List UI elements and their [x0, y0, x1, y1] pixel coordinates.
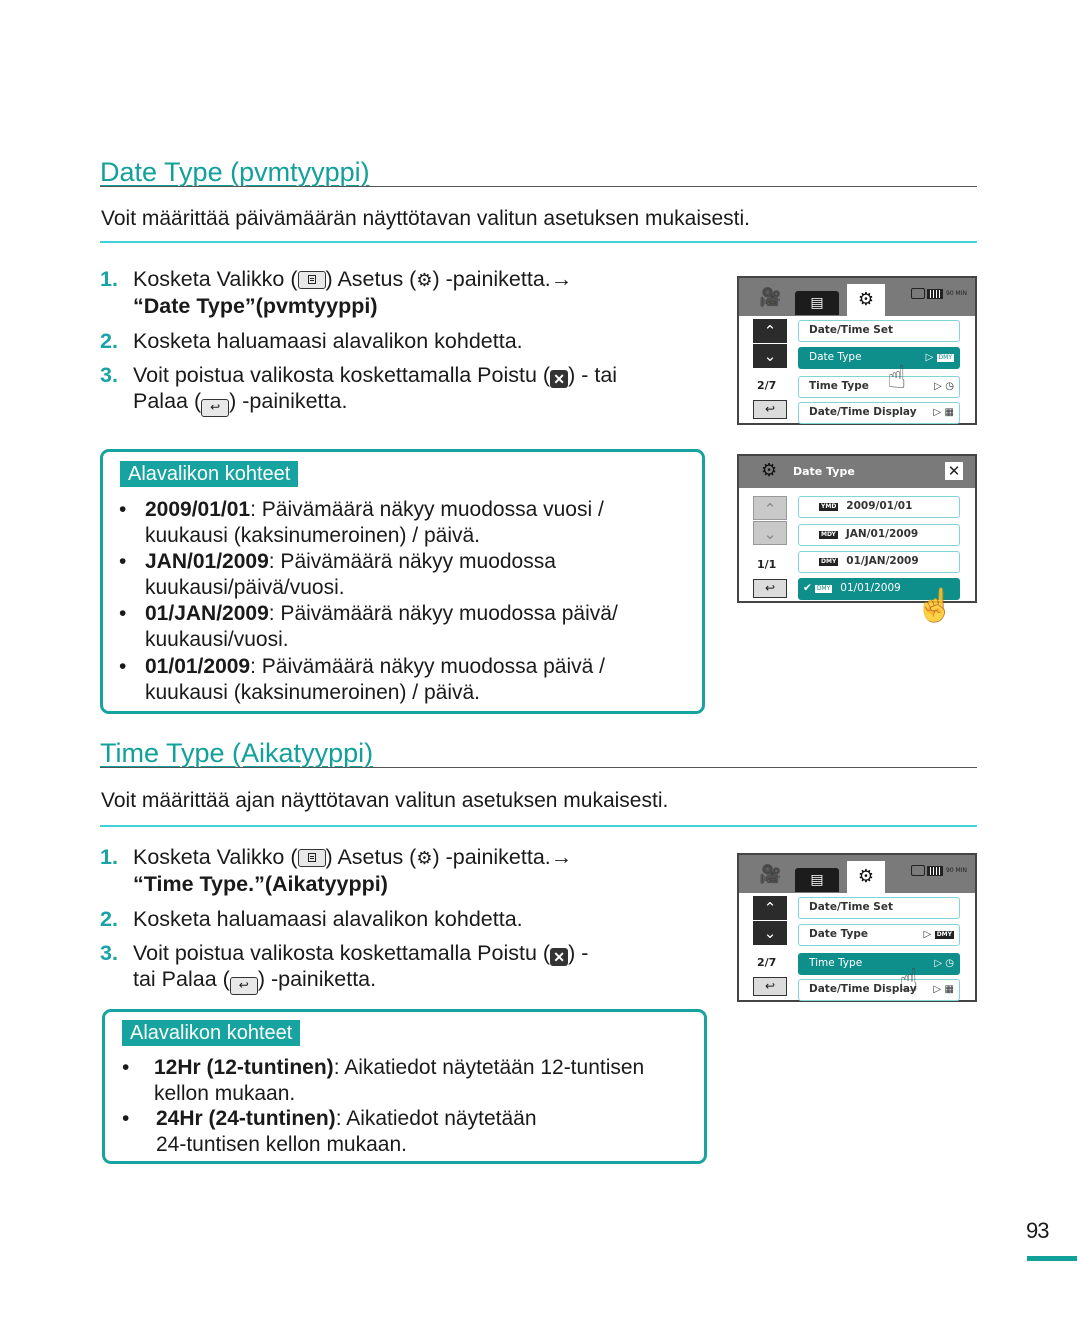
gear-icon: ⚙: [416, 270, 433, 290]
back-button[interactable]: ↩: [753, 400, 787, 419]
time-type-intro: Voit määrittää ajan näyttötavan valitun …: [101, 789, 669, 812]
close-button[interactable]: ✕: [945, 462, 963, 480]
step-target: “Date Type”(pvmtyyppi): [133, 294, 378, 318]
date-option[interactable]: YMD 2009/01/01: [798, 496, 960, 518]
menu-icon: [297, 849, 326, 867]
time-bullet: • 12Hr (12-tuntinen): Aikatiedot näytetää…: [122, 1056, 645, 1105]
date-type-intro: Voit määrittää päivämäärän näyttötavan v…: [101, 207, 751, 230]
time-submenu-label: Alavalikon kohteet: [122, 1020, 301, 1046]
status-indicators: 90 MIN: [910, 288, 967, 299]
close-icon: ✕: [550, 370, 569, 388]
time-bullet: • 24Hr (24-tuntinen): Aikatiedot näytetää…: [122, 1107, 537, 1156]
menu-item-date-time-display[interactable]: Date/Time Display ▷ ▦: [798, 979, 960, 1001]
scroll-down-button[interactable]: ⌄: [753, 921, 787, 945]
memory-card-icon: [910, 865, 925, 876]
date-bullet: • JAN/01/2009: Päivämäärä näkyy muodossa k…: [119, 550, 556, 599]
status-indicators: 90 MIN: [910, 865, 967, 876]
check-icon: ✔: [803, 582, 812, 594]
menu-tab-icon[interactable]: ▤: [795, 291, 839, 315]
back-button[interactable]: ↩: [753, 977, 787, 996]
time-step-1: 1. Kosketa Valikko () Asetus (⚙) -painike…: [100, 845, 573, 896]
menu-item-date-type[interactable]: Date Type ▷ DMY: [798, 924, 960, 946]
page-indicator: 2/7: [757, 379, 777, 392]
menu-tab-icon[interactable]: ▤: [795, 868, 839, 892]
touch-hand-icon: ☝: [915, 587, 955, 623]
submenu-header: ⚙ Date Type ✕: [739, 456, 975, 488]
date-bullet: • 01/JAN/2009: Päivämäärä näkyy muodossa …: [119, 602, 618, 651]
gear-icon: ⚙: [416, 848, 433, 868]
title-rule: [100, 767, 977, 768]
menu-item-time-type[interactable]: Time Type ▷ ◷: [798, 376, 960, 398]
page-number: 93: [1026, 1218, 1050, 1243]
screen-top-bar: 🎥 ▤ ⚙ 90 MIN: [739, 855, 975, 893]
date-step-1: 1. Kosketa Valikko () Asetus (⚙) -painike…: [100, 267, 573, 318]
scroll-up-button[interactable]: ⌃: [753, 319, 787, 343]
camera-icon[interactable]: 🎥: [759, 287, 781, 308]
menu-item-date-type[interactable]: Date Type ▷ DMY: [798, 347, 960, 369]
page-number-bar: [1027, 1256, 1077, 1261]
menu-item-time-type[interactable]: Time Type ▷ ◷: [798, 953, 960, 975]
camera-screen-date-menu: 🎥 ▤ ⚙ 90 MIN ⌃ ⌄ 2/7 ↩ Date/Time Set Dat…: [737, 276, 977, 425]
menu-item-date-time-set[interactable]: Date/Time Set: [798, 897, 960, 919]
memory-card-icon: [910, 288, 925, 299]
scroll-up-button[interactable]: ⌃: [753, 496, 787, 520]
touch-hand-icon: ☝: [899, 961, 919, 999]
scroll-down-button[interactable]: ⌄: [753, 521, 787, 545]
date-option[interactable]: MDY JAN/01/2009: [798, 524, 960, 546]
camera-screen-date-submenu: ⚙ Date Type ✕ ⌃ ⌄ 1/1 ↩ YMD 2009/01/01 MD…: [737, 454, 977, 603]
cyan-divider: [100, 241, 977, 243]
menu-item-date-time-set[interactable]: Date/Time Set: [798, 320, 960, 342]
camera-screen-time-menu: 🎥 ▤ ⚙ 90 MIN ⌃ ⌄ 2/7 ↩ Date/Time Set Dat…: [737, 853, 977, 1002]
settings-tab-icon[interactable]: ⚙: [847, 861, 885, 893]
page-indicator: 1/1: [757, 558, 777, 571]
date-bullet: • 01/01/2009: Päivämäärä näkyy muodossa p…: [119, 655, 605, 704]
step-target: “Time Type.”(Aikatyyppi): [133, 872, 388, 896]
battery-icon: [927, 865, 944, 876]
date-submenu-label: Alavalikon kohteet: [120, 461, 299, 487]
cyan-divider: [100, 825, 977, 827]
close-icon: ✕: [550, 948, 569, 966]
menu-icon: [297, 271, 326, 289]
title-rule: [100, 186, 977, 187]
date-bullet: • 2009/01/01: Päivämäärä näkyy muodossa v…: [119, 498, 604, 547]
touch-hand-icon: ☝: [887, 358, 907, 396]
time-step-3: 3. Voit poistua valikosta koskettamalla P…: [100, 940, 588, 995]
camera-icon[interactable]: 🎥: [759, 864, 781, 885]
settings-tab-icon[interactable]: ⚙: [847, 284, 885, 316]
scroll-down-button[interactable]: ⌄: [753, 344, 787, 368]
back-icon: ↩: [201, 399, 230, 417]
date-step-3: 3. Voit poistua valikosta koskettamalla P…: [100, 362, 617, 417]
gear-icon: ⚙: [761, 460, 778, 481]
scroll-up-button[interactable]: ⌃: [753, 896, 787, 920]
date-option[interactable]: DMY 01/JAN/2009: [798, 551, 960, 573]
back-button[interactable]: ↩: [753, 579, 787, 598]
time-type-title: Time Type (Aikatyyppi): [100, 738, 374, 768]
date-type-title: Date Type (pvmtyyppi): [100, 157, 370, 187]
menu-item-date-time-display[interactable]: Date/Time Display ▷ ▦: [798, 402, 960, 424]
back-icon: ↩: [229, 977, 258, 995]
time-step-2: 2. Kosketa haluamaasi alavalikon kohdetta…: [100, 907, 523, 931]
page-indicator: 2/7: [757, 956, 777, 969]
date-step-2: 2. Kosketa haluamaasi alavalikon kohdetta…: [100, 329, 523, 353]
step-number: 1.: [100, 267, 118, 291]
battery-icon: [927, 288, 944, 299]
screen-top-bar: 🎥 ▤ ⚙ 90 MIN: [739, 278, 975, 316]
